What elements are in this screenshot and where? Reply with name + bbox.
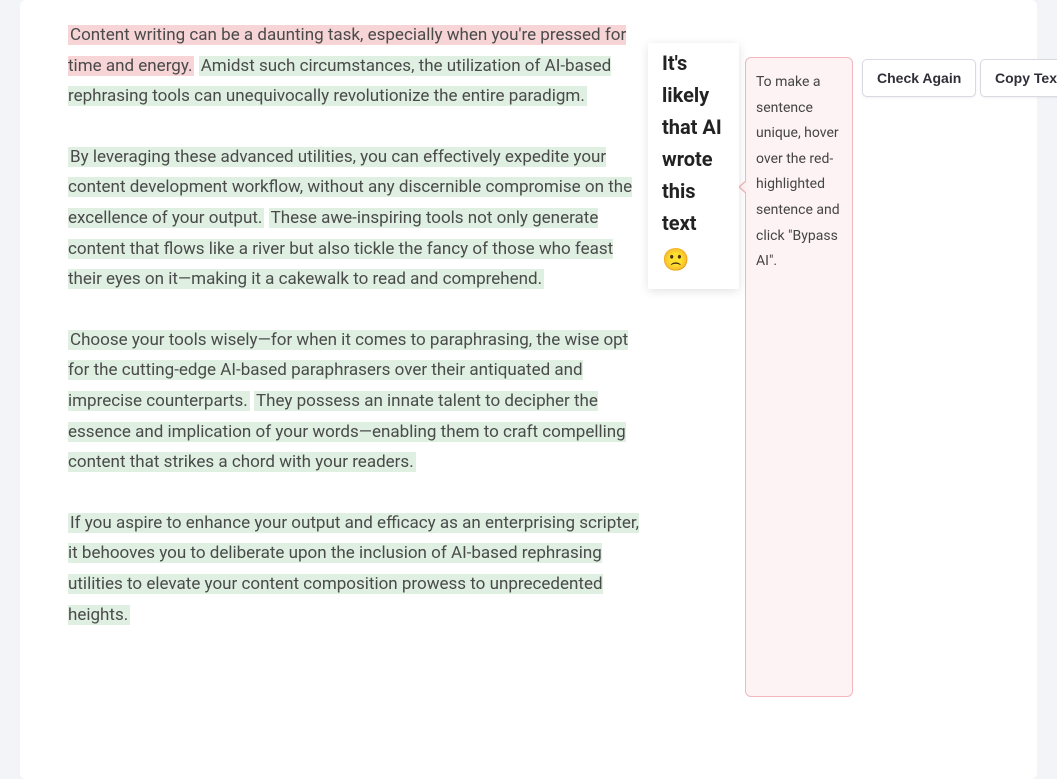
- page-root: Content writing can be a daunting task, …: [0, 0, 1057, 779]
- ai-detection-text: It's likely that AI wrote this text: [662, 47, 725, 239]
- tip-text: To make a sentence unique, hover over th…: [756, 74, 840, 269]
- sentence-human[interactable]: If you aspire to enhance your output and…: [68, 513, 639, 625]
- ai-detection-popover: It's likely that AI wrote this text 🙁: [648, 43, 739, 289]
- paragraph-1: Content writing can be a daunting task, …: [68, 20, 648, 112]
- paragraph-4: If you aspire to enhance your output and…: [68, 508, 648, 630]
- editor-area[interactable]: Content writing can be a daunting task, …: [68, 20, 648, 660]
- frown-icon: 🙁: [662, 245, 725, 277]
- content-card: Content writing can be a daunting task, …: [20, 0, 1037, 779]
- check-again-button[interactable]: Check Again: [862, 59, 976, 97]
- tip-panel: To make a sentence unique, hover over th…: [745, 57, 853, 697]
- paragraph-2: By leveraging these advanced utilities, …: [68, 142, 648, 295]
- copy-text-button[interactable]: Copy Text: [980, 59, 1057, 97]
- paragraph-3: Choose your tools wisely—for when it com…: [68, 325, 648, 478]
